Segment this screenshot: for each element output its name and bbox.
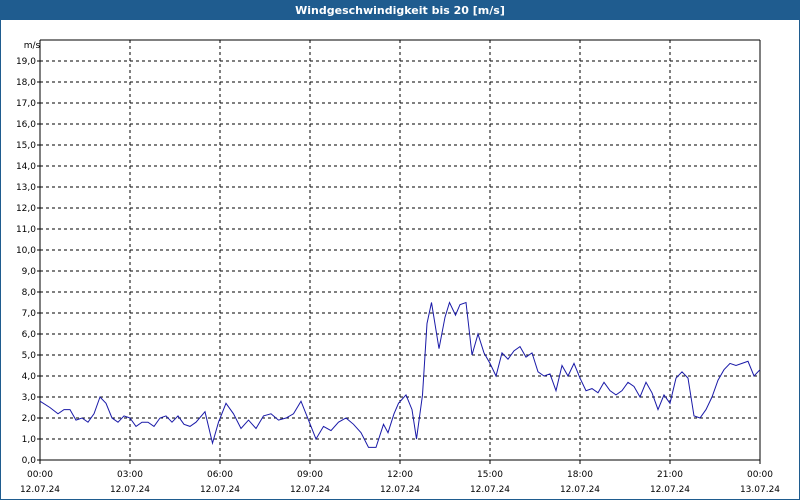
wind-speed-chart: 0,0 1,0 2,0 3,0 4,0 5,0 6,0 7,0 8,0 9,0 10,0 11,0 12… xyxy=(16,39,780,495)
x-tick-date: 12.07.24 xyxy=(380,485,420,495)
y-tick-label: 16,0 xyxy=(16,120,36,130)
y-tick-label: 12,0 xyxy=(16,204,36,214)
y-tick-label: 3,0 xyxy=(22,393,37,403)
x-tick-time: 15:00 xyxy=(477,470,503,480)
y-tick-label: 11,0 xyxy=(16,225,36,235)
y-tick-label: 17,0 xyxy=(16,99,36,109)
x-tick-date: 12.07.24 xyxy=(470,485,510,495)
y-tick-label: 18,0 xyxy=(16,78,36,88)
axes xyxy=(37,39,761,464)
y-tick-label: 4,0 xyxy=(22,372,37,382)
x-tick-time: 18:00 xyxy=(567,470,593,480)
x-tick-time: 09:00 xyxy=(297,470,323,480)
y-tick-label: 15,0 xyxy=(16,141,36,151)
x-tick-time: 00:00 xyxy=(747,470,773,480)
grid-lines xyxy=(40,40,760,460)
x-tick-date: 12.07.24 xyxy=(290,485,330,495)
x-tick-date: 12.07.24 xyxy=(560,485,600,495)
x-tick-date: 12.07.24 xyxy=(650,485,690,495)
y-tick-label: 1,0 xyxy=(22,435,37,445)
y-tick-label: 9,0 xyxy=(22,267,37,277)
y-tick-label: 14,0 xyxy=(16,162,36,172)
y-axis-unit: m/s xyxy=(24,41,41,51)
x-tick-date: 12.07.24 xyxy=(110,485,150,495)
y-tick-label: 5,0 xyxy=(22,351,37,361)
x-tick-date: 13.07.24 xyxy=(740,485,780,495)
y-tick-label: 8,0 xyxy=(22,288,37,298)
y-tick-label: 7,0 xyxy=(22,309,37,319)
x-tick-time: 12:00 xyxy=(387,470,413,480)
x-tick-time: 21:00 xyxy=(657,470,683,480)
x-tick-date: 12.07.24 xyxy=(20,485,60,495)
x-tick-time: 06:00 xyxy=(207,470,233,480)
y-tick-label: 2,0 xyxy=(22,414,37,424)
y-tick-label: 10,0 xyxy=(16,246,36,256)
y-tick-labels: 0,0 1,0 2,0 3,0 4,0 5,0 6,0 7,0 8,0 9,0 10,0 11,0 12… xyxy=(16,57,36,466)
y-tick-label: 13,0 xyxy=(16,183,36,193)
x-tick-time: 00:00 xyxy=(27,470,53,480)
x-tick-date: 12.07.24 xyxy=(200,485,240,495)
x-tick-labels: 00:00 12.07.24 03:00 12.07.24 06:00 12.07.24 0… xyxy=(20,470,780,495)
y-tick-label: 6,0 xyxy=(22,330,37,340)
y-tick-label: 19,0 xyxy=(16,57,36,67)
x-tick-time: 03:00 xyxy=(117,470,143,480)
y-tick-label: 0,0 xyxy=(22,456,37,466)
